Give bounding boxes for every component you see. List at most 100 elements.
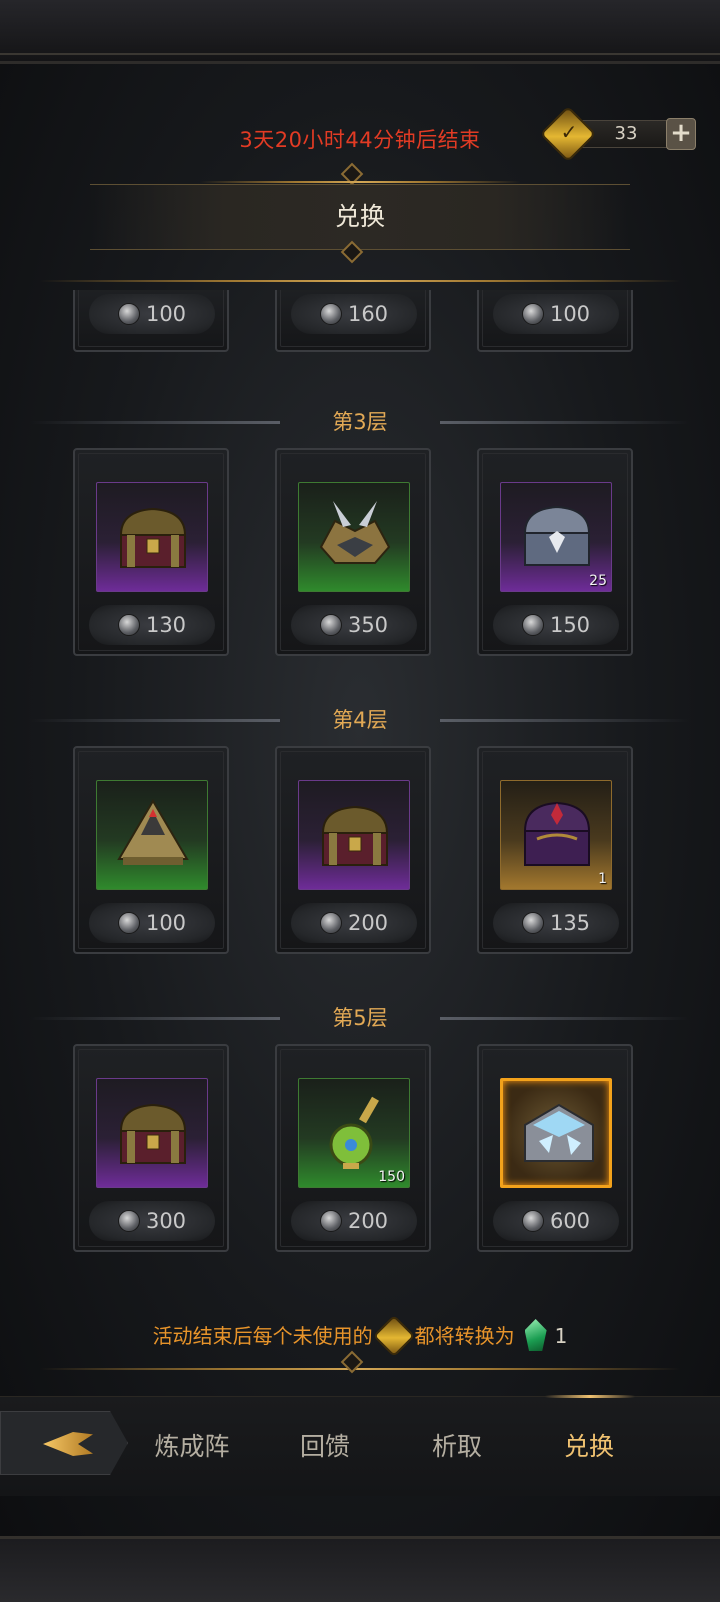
item-icon-frame: 25: [500, 482, 612, 592]
potion-scepter-icon: [329, 1096, 379, 1169]
price-value: 600: [549, 1209, 591, 1233]
bottom-frame: [0, 1536, 720, 1602]
price-value: 100: [145, 911, 187, 935]
item-icon-frame: [96, 1078, 208, 1188]
item-card[interactable]: 130: [73, 448, 229, 656]
silver-crystal-icon: [521, 1210, 544, 1232]
conversion-amount: 1: [554, 1324, 568, 1348]
item-card[interactable]: 600: [477, 1044, 633, 1252]
price-tag: 200: [291, 1201, 417, 1241]
silver-crystal-icon: [319, 303, 342, 325]
price-tag: 100: [89, 294, 215, 334]
title-divider-bottom: [40, 280, 680, 282]
tier-header: 第4层: [0, 700, 720, 740]
top-frame: [0, 0, 720, 64]
treasure-chest-icon: [119, 507, 187, 568]
silver-crystal-icon: [521, 614, 544, 636]
price-value: 100: [549, 302, 591, 326]
dark-purple-chest-icon: [523, 801, 591, 866]
item-card[interactable]: 100: [477, 290, 633, 352]
item-icon-frame: [96, 482, 208, 592]
item-card[interactable]: 100: [73, 746, 229, 954]
price-tag: 160: [291, 294, 417, 334]
conversion-note: 活动结束后每个未使用的 都将转换为 1: [0, 1314, 720, 1358]
item-quantity: 25: [589, 573, 607, 589]
tier-divider-right: [440, 421, 690, 424]
item-card[interactable]: 160: [275, 290, 431, 352]
back-button[interactable]: [0, 1411, 128, 1475]
item-icon-frame: [298, 482, 410, 592]
tab-extract[interactable]: 析取: [397, 1425, 517, 1469]
gold-token-icon: [372, 1314, 415, 1358]
add-currency-button[interactable]: +: [666, 118, 696, 150]
plus-icon: +: [670, 118, 692, 148]
item-card[interactable]: 350: [275, 448, 431, 656]
spiked-armor-icon: [319, 501, 391, 564]
crystal-chest-icon: [524, 1103, 594, 1162]
silver-crystal-icon: [319, 1210, 342, 1232]
footer-divider: [40, 1368, 680, 1370]
conversion-note-prefix: 活动结束后每个未使用的: [152, 1324, 373, 1348]
pyramid-relic-icon: [117, 799, 189, 865]
price-tag: 200: [291, 903, 417, 943]
price-tag: 150: [493, 605, 619, 645]
tab-exchange[interactable]: 兑换: [529, 1425, 649, 1469]
active-tab-indicator: [545, 1395, 635, 1398]
tier-label: 第4层: [332, 708, 388, 732]
item-quantity: 150: [378, 1169, 405, 1185]
tier-header: 第5层: [0, 998, 720, 1038]
silver-crystal-icon: [521, 912, 544, 934]
green-gem-icon: [524, 1319, 547, 1351]
tier-divider-left: [30, 421, 280, 424]
exchange-item-list[interactable]: 100 160 100 第3层 130 350 25 150 第4层 100 2…: [0, 290, 720, 1290]
tier-label: 第5层: [332, 1006, 388, 1030]
tier-divider-left: [30, 1017, 280, 1020]
bottom-tab-bar: 炼成阵 回馈 析取 兑换: [0, 1395, 720, 1496]
price-tag: 135: [493, 903, 619, 943]
tier-divider-left: [30, 719, 280, 722]
gold-token-icon: [539, 105, 597, 163]
silver-crystal-icon: [117, 614, 140, 636]
price-value: 130: [145, 613, 187, 637]
price-tag: 350: [291, 605, 417, 645]
price-value: 300: [145, 1209, 187, 1233]
price-value: 160: [347, 302, 389, 326]
item-card[interactable]: 300: [73, 1044, 229, 1252]
tier-label: 第3层: [332, 410, 388, 434]
item-card[interactable]: 25 150: [477, 448, 633, 656]
title-divider-top: [200, 181, 520, 183]
tier-divider-right: [440, 1017, 690, 1020]
tier-divider-right: [440, 719, 690, 722]
price-tag: 300: [89, 1201, 215, 1241]
item-icon-frame: [96, 780, 208, 890]
item-quantity: 1: [598, 871, 607, 887]
price-value: 200: [347, 911, 389, 935]
treasure-chest-icon: [321, 805, 389, 866]
item-card[interactable]: 1 135: [477, 746, 633, 954]
price-tag: 600: [493, 1201, 619, 1241]
conversion-note-middle: 都将转换为: [414, 1324, 515, 1348]
item-card[interactable]: 150 200: [275, 1044, 431, 1252]
tier-header: 第3层: [0, 402, 720, 442]
price-value: 350: [347, 613, 389, 637]
price-tag: 130: [89, 605, 215, 645]
price-tag: 100: [89, 903, 215, 943]
silver-chest-icon: [523, 505, 591, 566]
item-icon-frame: [298, 780, 410, 890]
silver-crystal-icon: [117, 303, 140, 325]
item-icon-frame: [500, 1078, 612, 1188]
back-arrow-icon: [43, 1432, 93, 1456]
item-icon-frame: 150: [298, 1078, 410, 1188]
silver-crystal-icon: [319, 614, 342, 636]
item-card[interactable]: 100: [73, 290, 229, 352]
item-icon-frame: 1: [500, 780, 612, 890]
price-value: 135: [549, 911, 591, 935]
tab-rewards[interactable]: 回馈: [265, 1425, 385, 1469]
price-value: 200: [347, 1209, 389, 1233]
currency-display: 33 +: [539, 105, 696, 163]
silver-crystal-icon: [117, 1210, 140, 1232]
price-tag: 100: [493, 294, 619, 334]
tab-alchemy-array[interactable]: 炼成阵: [132, 1425, 252, 1469]
silver-crystal-icon: [319, 912, 342, 934]
item-card[interactable]: 200: [275, 746, 431, 954]
